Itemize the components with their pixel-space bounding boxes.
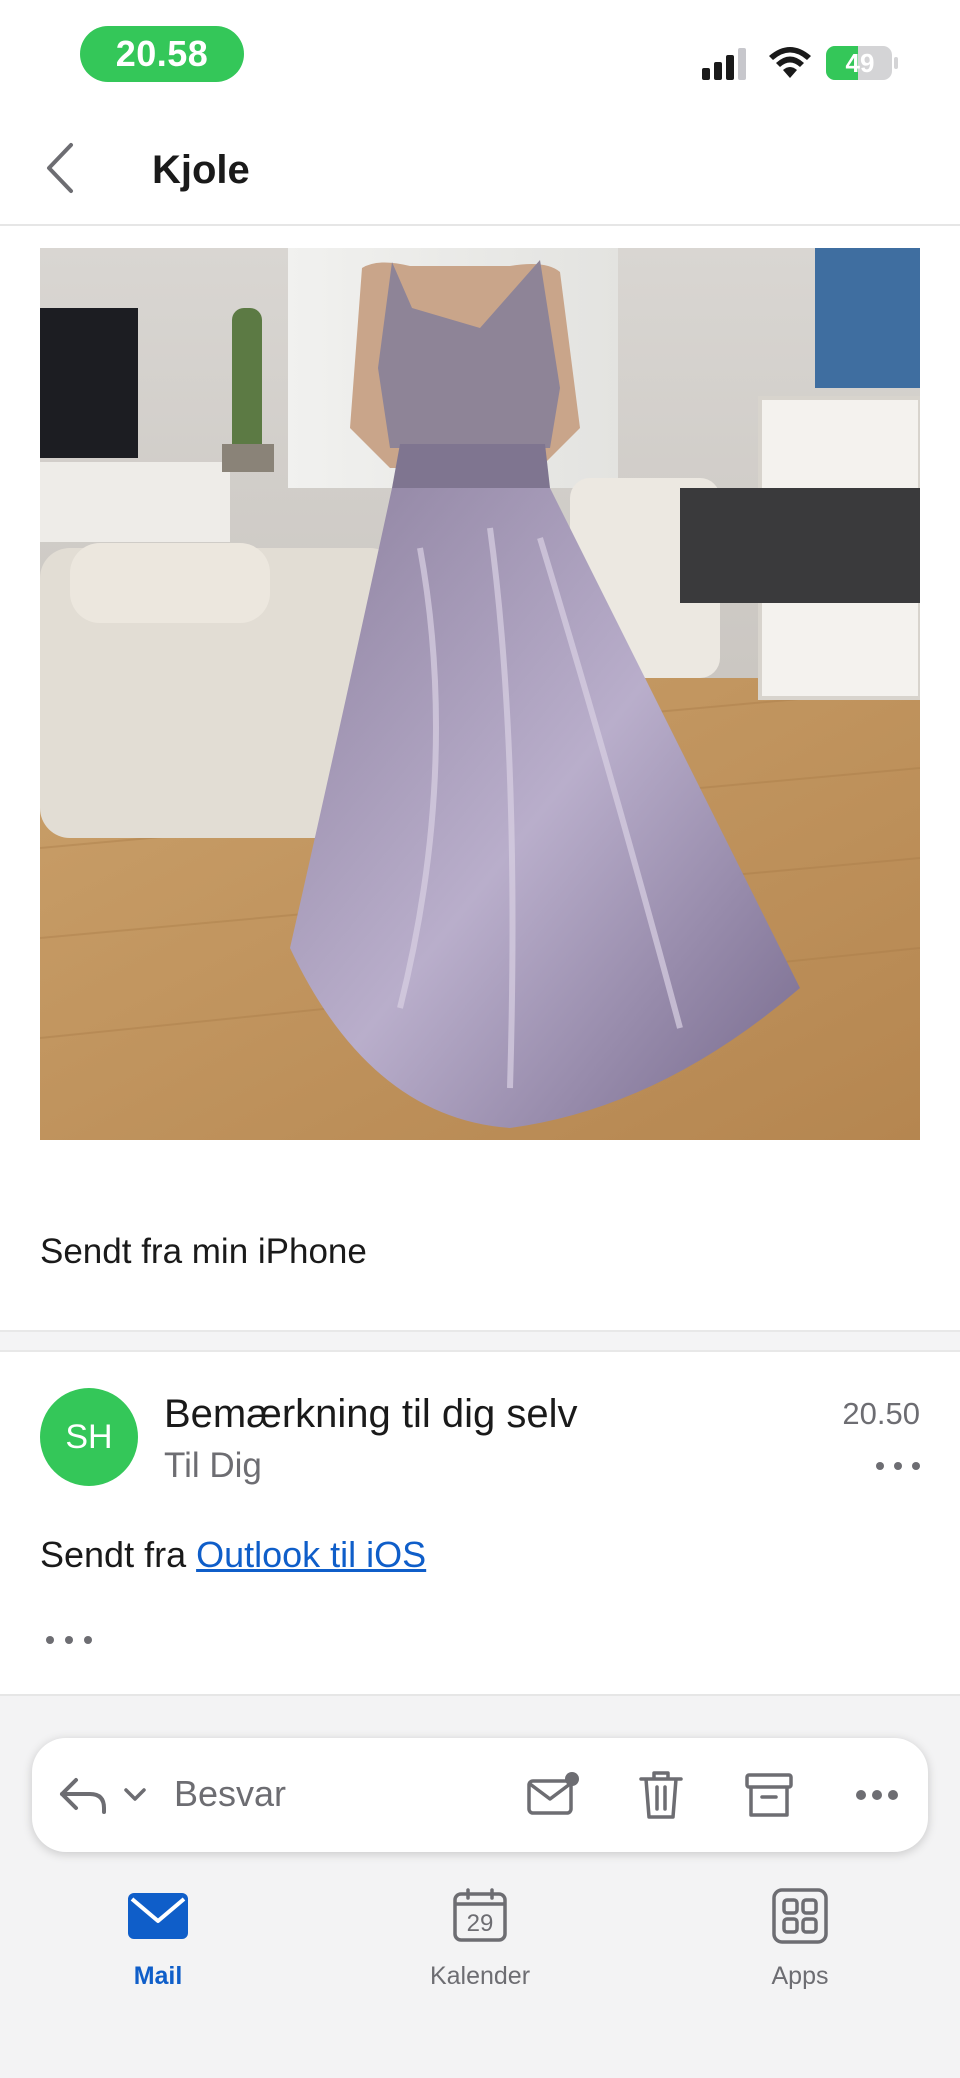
tab-calendar[interactable]: 29 Kalender <box>400 1888 560 2008</box>
more-horizontal-icon <box>856 1790 898 1800</box>
mail-unread-icon <box>527 1772 579 1815</box>
message-body: Sendt fra Outlook til iOS <box>40 1534 426 1576</box>
message-subject: Bemærkning til dig selv <box>164 1392 578 1436</box>
message-divider <box>0 1330 960 1352</box>
chevron-left-icon <box>47 143 73 193</box>
battery-cap <box>894 57 898 69</box>
show-quoted-text-button[interactable] <box>46 1630 92 1650</box>
more-dot-icon <box>894 1462 902 1470</box>
apps-icon <box>770 1888 830 1944</box>
calendar-icon: 29 <box>450 1888 510 1944</box>
battery-icon: 49 <box>826 46 892 80</box>
more-dot-icon <box>65 1636 73 1644</box>
reply-button[interactable]: Besvar <box>174 1773 286 1815</box>
calendar-day: 29 <box>466 1910 494 1937</box>
mail-icon <box>128 1888 188 1944</box>
mark-unread-button[interactable] <box>526 1768 580 1822</box>
tab-apps[interactable]: Apps <box>720 1888 880 2008</box>
reply-icon[interactable] <box>56 1772 108 1816</box>
more-actions-button[interactable] <box>850 1768 904 1822</box>
status-time: 20.58 <box>80 26 244 82</box>
tab-mail-label: Mail <box>133 1962 183 1990</box>
battery-indicator: 49 <box>826 46 898 80</box>
status-bar: 20.58 49 <box>0 0 960 110</box>
archive-icon <box>745 1773 793 1817</box>
tab-mail[interactable]: Mail <box>78 1888 238 2008</box>
message-body-text: Sendt fra <box>40 1534 197 1575</box>
message-time: 20.50 <box>842 1396 920 1431</box>
wifi-icon <box>769 47 811 78</box>
tab-apps-label: Apps <box>771 1962 829 1990</box>
tab-calendar-label: Kalender <box>429 1962 531 1990</box>
chevron-down-icon[interactable] <box>122 1784 148 1804</box>
message-more-button[interactable] <box>876 1454 920 1478</box>
more-dot-icon <box>876 1462 884 1470</box>
thread-title: Kjole <box>152 148 250 192</box>
more-dot-icon <box>46 1636 54 1644</box>
sender-avatar[interactable]: SH <box>40 1388 138 1486</box>
dress-photo-image <box>40 248 920 1140</box>
delete-button[interactable] <box>634 1768 688 1822</box>
trash-icon <box>639 1771 683 1819</box>
more-dot-icon <box>84 1636 92 1644</box>
cellular-signal-icon <box>702 48 746 80</box>
outlook-ios-link[interactable]: Outlook til iOS <box>196 1534 426 1575</box>
dress-photo[interactable] <box>40 248 920 1140</box>
reply-bar: Besvar <box>32 1738 928 1852</box>
archive-button[interactable] <box>742 1768 796 1822</box>
message-recipient[interactable]: Til Dig <box>164 1446 262 1486</box>
more-dot-icon <box>912 1462 920 1470</box>
message-signature: Sendt fra min iPhone <box>40 1232 367 1271</box>
back-button[interactable] <box>36 138 84 198</box>
thread-header: Kjole <box>0 110 960 226</box>
battery-percentage: 49 <box>845 47 875 78</box>
